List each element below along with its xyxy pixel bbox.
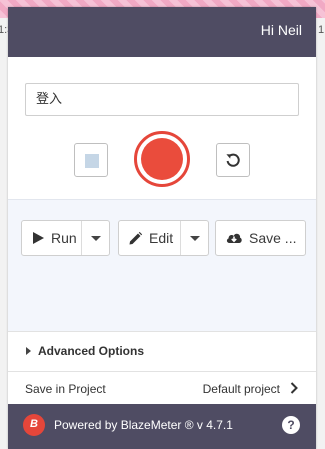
edit-button[interactable]: Edit <box>119 221 173 255</box>
popup-footer: B Powered by BlazeMeter ® v 4.7.1 ? <box>8 404 316 449</box>
project-value: Default project <box>202 382 280 396</box>
stop-square-icon <box>85 154 99 168</box>
popup-header: Hi Neil <box>8 7 316 57</box>
run-dropdown-button[interactable] <box>82 221 109 255</box>
background-right-panel <box>316 18 325 449</box>
user-greeting[interactable]: Hi Neil <box>261 22 302 38</box>
powered-by-text: Powered by BlazeMeter ® v 4.7.1 <box>54 418 233 432</box>
save-label: Save ... <box>249 230 297 246</box>
run-split-button: Run <box>21 220 110 256</box>
stop-button[interactable] <box>74 143 108 177</box>
background-left-panel <box>0 18 8 449</box>
actions-panel <box>8 199 316 332</box>
advanced-options-toggle[interactable]: Advanced Options <box>8 331 316 371</box>
blazemeter-logo: B <box>23 414 45 436</box>
edit-dropdown-button[interactable] <box>181 221 208 255</box>
record-button[interactable] <box>134 131 190 187</box>
run-button[interactable]: Run <box>22 221 77 255</box>
run-label: Run <box>51 230 77 246</box>
caret-right-icon <box>26 347 31 355</box>
blazemeter-popup: Hi Neil 登入 Run Edit Save ... Advanced Op… <box>8 7 316 449</box>
play-icon <box>33 232 44 244</box>
background-right-text: 1 <box>318 24 325 36</box>
test-name-input[interactable]: 登入 <box>25 83 299 116</box>
help-icon[interactable]: ? <box>282 416 300 434</box>
save-in-project-row[interactable]: Save in Project Default project <box>8 371 316 404</box>
record-circle-icon <box>141 138 183 180</box>
save-button[interactable]: Save ... <box>215 220 306 256</box>
undo-icon <box>226 153 240 167</box>
save-in-project-label: Save in Project <box>25 382 106 396</box>
advanced-options-label: Advanced Options <box>38 344 145 358</box>
edit-label: Edit <box>149 230 174 246</box>
edit-split-button: Edit <box>118 220 209 256</box>
chevron-right-icon <box>290 382 298 394</box>
save-button-content: Save ... <box>216 221 296 255</box>
reset-button[interactable] <box>216 143 250 177</box>
cloud-download-icon <box>226 233 242 243</box>
pencil-icon <box>129 231 143 244</box>
